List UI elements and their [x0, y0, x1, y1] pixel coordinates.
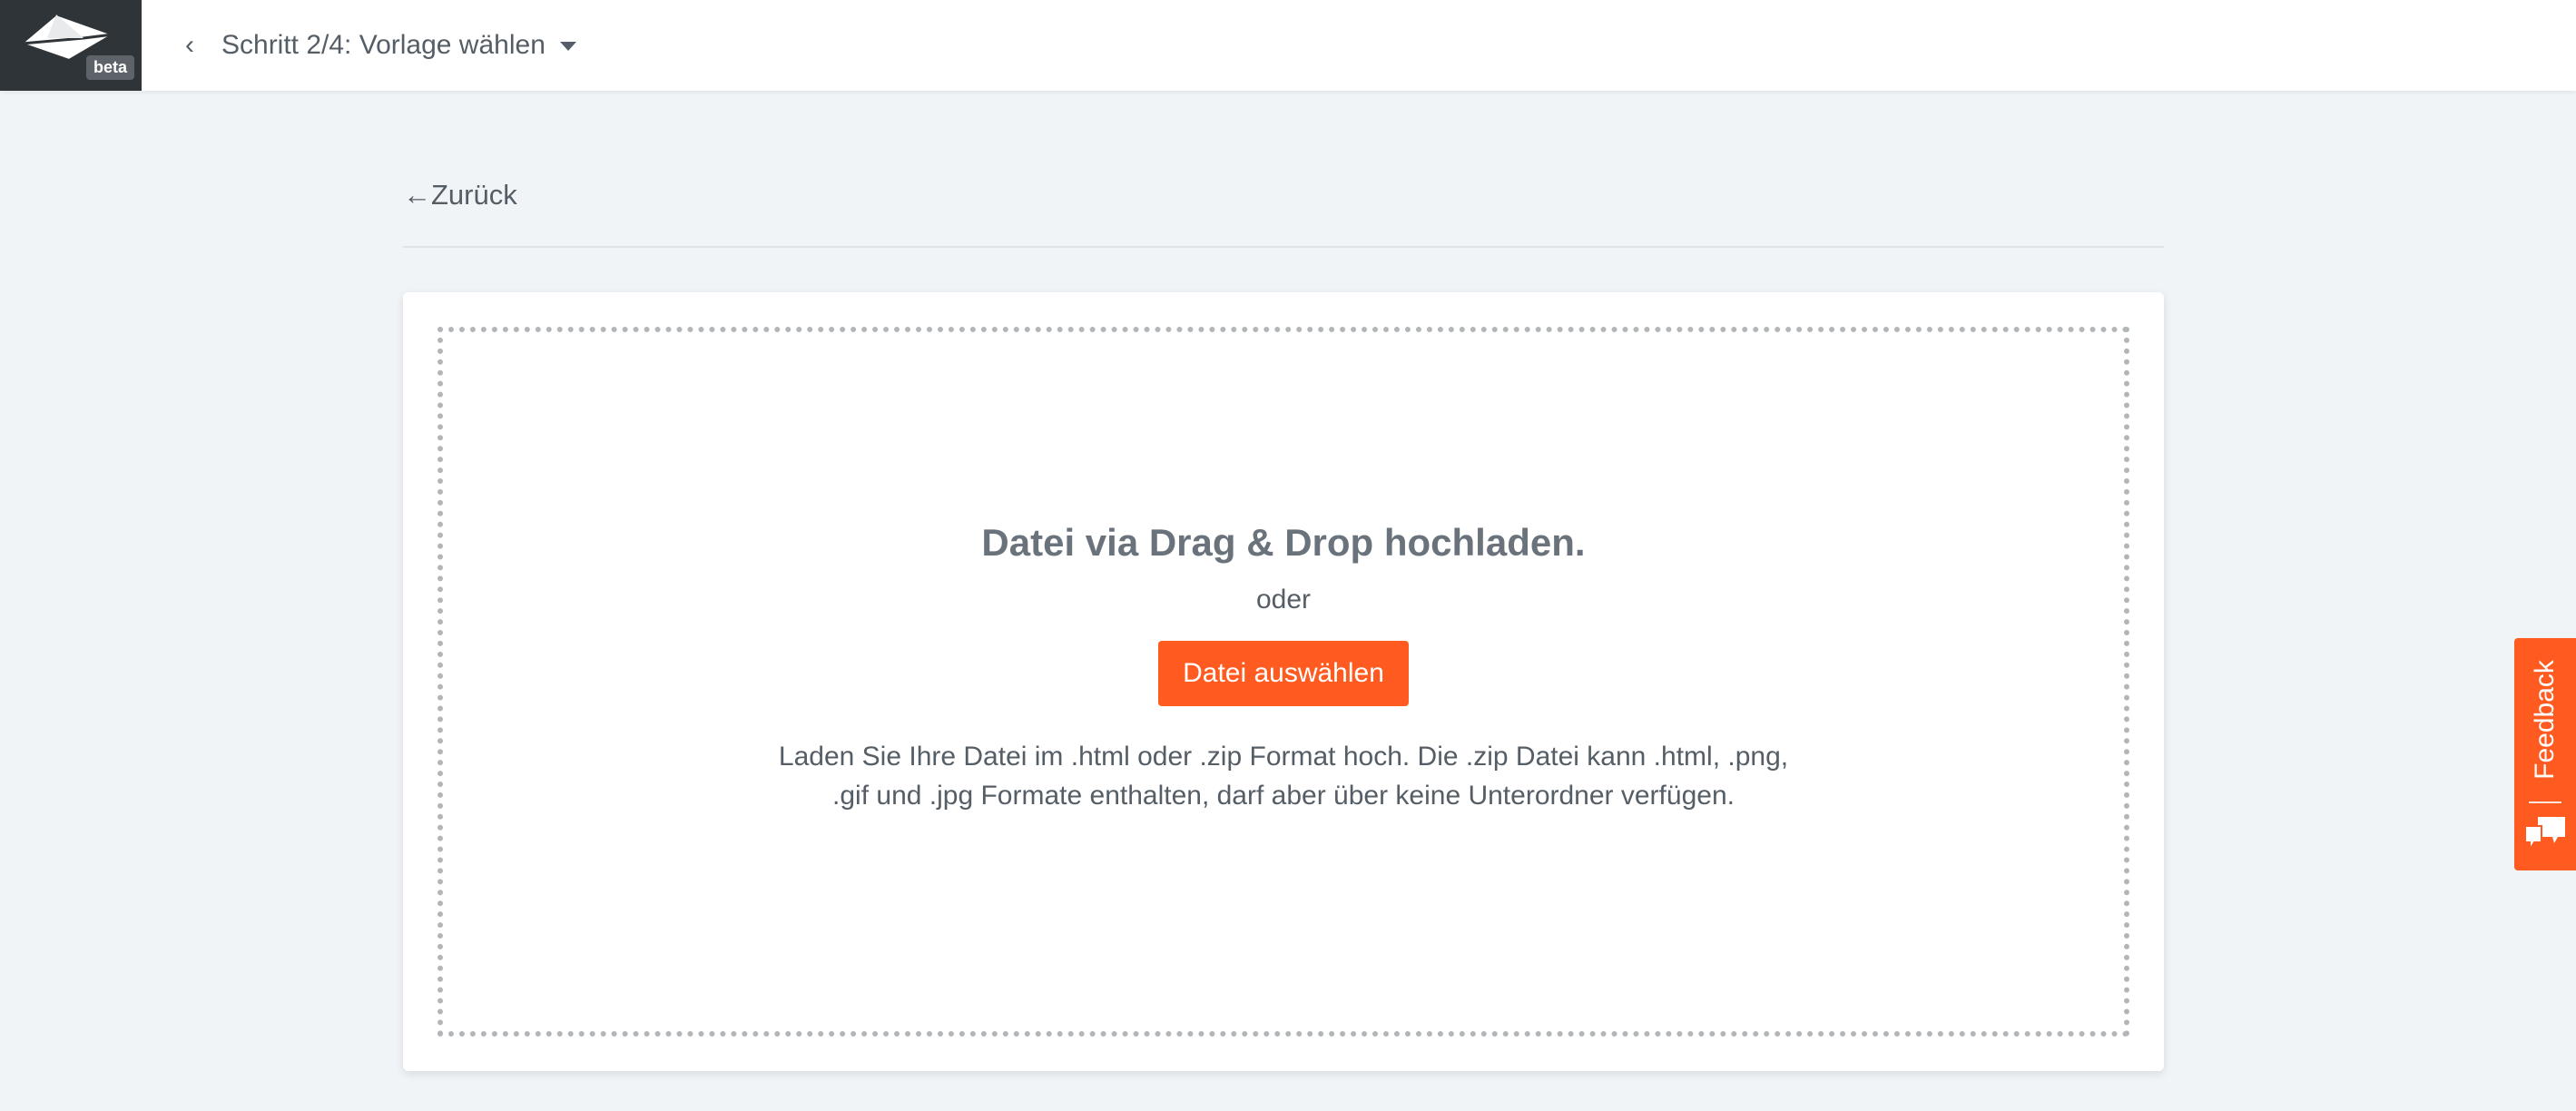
step-dropdown[interactable]: Schritt 2/4: Vorlage wählen — [221, 30, 576, 61]
beta-badge: beta — [85, 55, 134, 80]
chevron-left-icon[interactable]: ‹ — [185, 32, 194, 59]
dropzone-title: Datei via Drag & Drop hochladen. — [981, 521, 1586, 564]
back-link[interactable]: ← Zurück — [403, 179, 517, 211]
top-bar: beta ‹ Schritt 2/4: Vorlage wählen — [0, 0, 2576, 91]
upload-help-text: Laden Sie Ihre Datei im .html oder .zip … — [778, 742, 1789, 811]
chat-bubbles-icon — [2524, 817, 2565, 853]
or-text: oder — [1255, 585, 1312, 614]
caret-down-icon — [559, 42, 576, 51]
feedback-tab[interactable]: Feedback — [2514, 638, 2576, 870]
app-logo[interactable]: beta — [0, 0, 142, 91]
feedback-divider — [2529, 801, 2561, 803]
step-title: Schritt 2/4: Vorlage wählen — [221, 30, 546, 60]
choose-file-button[interactable]: Datei auswählen — [1158, 641, 1409, 706]
arrow-left-icon: ← — [403, 179, 431, 211]
upload-card: Datei via Drag & Drop hochladen. oder Da… — [403, 292, 2164, 1071]
back-link-label: Zurück — [431, 179, 517, 211]
feedback-label: Feedback — [2530, 660, 2560, 780]
file-dropzone[interactable]: Datei via Drag & Drop hochladen. oder Da… — [438, 327, 2129, 1037]
divider — [403, 246, 2164, 248]
